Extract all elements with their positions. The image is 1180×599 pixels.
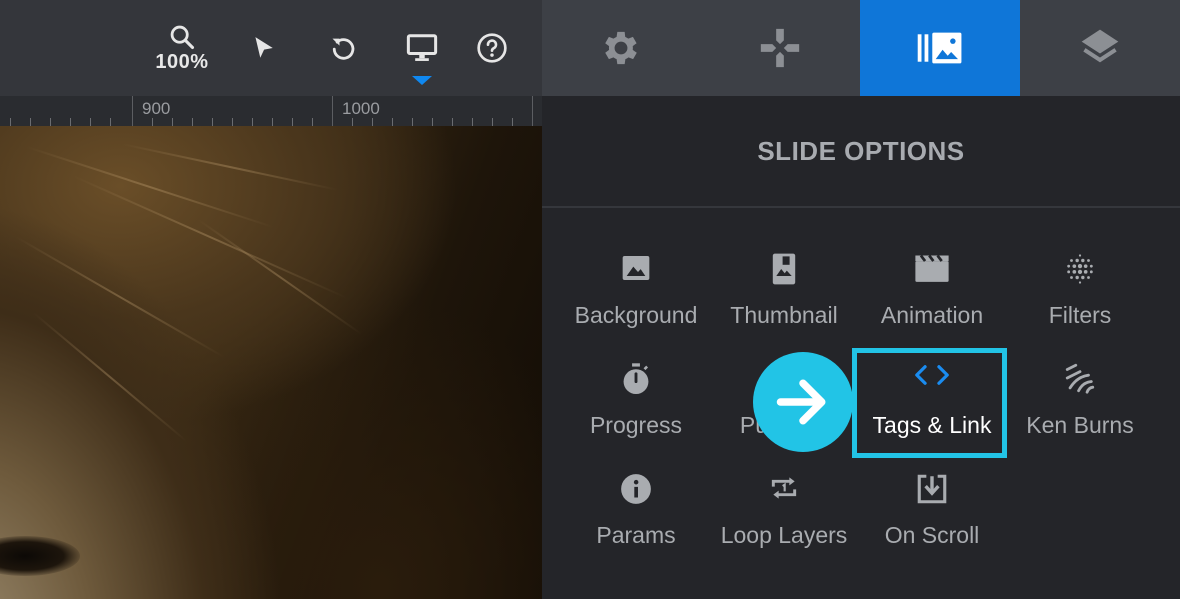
undo-button[interactable] [320, 0, 366, 96]
pointer-arrow-badge [753, 352, 853, 452]
select-tool-button[interactable] [240, 0, 286, 96]
active-view-indicator [412, 76, 432, 85]
download-box-icon [917, 474, 947, 504]
cursor-icon [255, 37, 273, 58]
option-label: Animation [880, 302, 984, 328]
help-icon [477, 33, 507, 63]
option-label: On Scroll [884, 522, 980, 548]
option-ken-burns[interactable]: Ken Burns [1006, 356, 1154, 456]
option-label: Params [596, 522, 676, 548]
thumbnail-icon [772, 253, 796, 285]
tab-navigation[interactable] [700, 0, 860, 96]
option-params[interactable]: Params [562, 466, 710, 566]
panel-tabs [542, 0, 1180, 96]
ruler-label: 1000 [342, 99, 380, 118]
slide-canvas-image[interactable] [0, 126, 542, 599]
search-icon [170, 25, 195, 49]
slides-icon [917, 32, 962, 64]
option-animation[interactable]: Animation [858, 246, 1006, 346]
gear-icon [605, 31, 637, 65]
stopwatch-icon [623, 363, 649, 395]
desktop-icon [406, 34, 438, 61]
image-icon [622, 256, 650, 280]
kenburns-icon [1065, 363, 1095, 394]
ruler-label: 900 [142, 99, 171, 118]
option-thumbnail[interactable]: Thumbnail [710, 246, 858, 346]
option-label: Ken Burns [1026, 412, 1134, 438]
option-label: Loop Layers [720, 522, 848, 548]
undo-icon [332, 38, 355, 60]
highlight-frame [852, 348, 1007, 458]
arrow-right-icon [776, 379, 826, 425]
filters-icon [1067, 254, 1093, 284]
option-label: Filters [1048, 302, 1112, 328]
tab-settings[interactable] [542, 0, 700, 96]
tab-layers[interactable] [1020, 0, 1180, 96]
option-filters[interactable]: Filters [1006, 246, 1154, 346]
option-label: Background [574, 302, 698, 328]
option-label: Thumbnail [730, 302, 838, 328]
help-button[interactable] [468, 0, 516, 96]
info-icon [621, 474, 651, 504]
option-loop-layers[interactable]: Loop Layers [710, 466, 858, 566]
option-on-scroll[interactable]: On Scroll [858, 466, 1006, 566]
zoom-level: 100% [155, 50, 209, 73]
editor-toolbar: 100% [0, 0, 542, 96]
layers-icon [1081, 29, 1119, 63]
zoom-control[interactable]: 100% [148, 0, 216, 96]
option-progress[interactable]: Progress [562, 356, 710, 456]
repeat-one-icon [771, 477, 797, 499]
gamepad-icon [760, 28, 800, 68]
horizontal-ruler: 900 1000 [0, 96, 542, 126]
panel-title: SLIDE OPTIONS [542, 96, 1180, 208]
option-background[interactable]: Background [562, 246, 710, 346]
tab-slide-options[interactable] [860, 0, 1020, 96]
clapperboard-icon [915, 254, 949, 282]
option-label: Progress [589, 412, 683, 438]
